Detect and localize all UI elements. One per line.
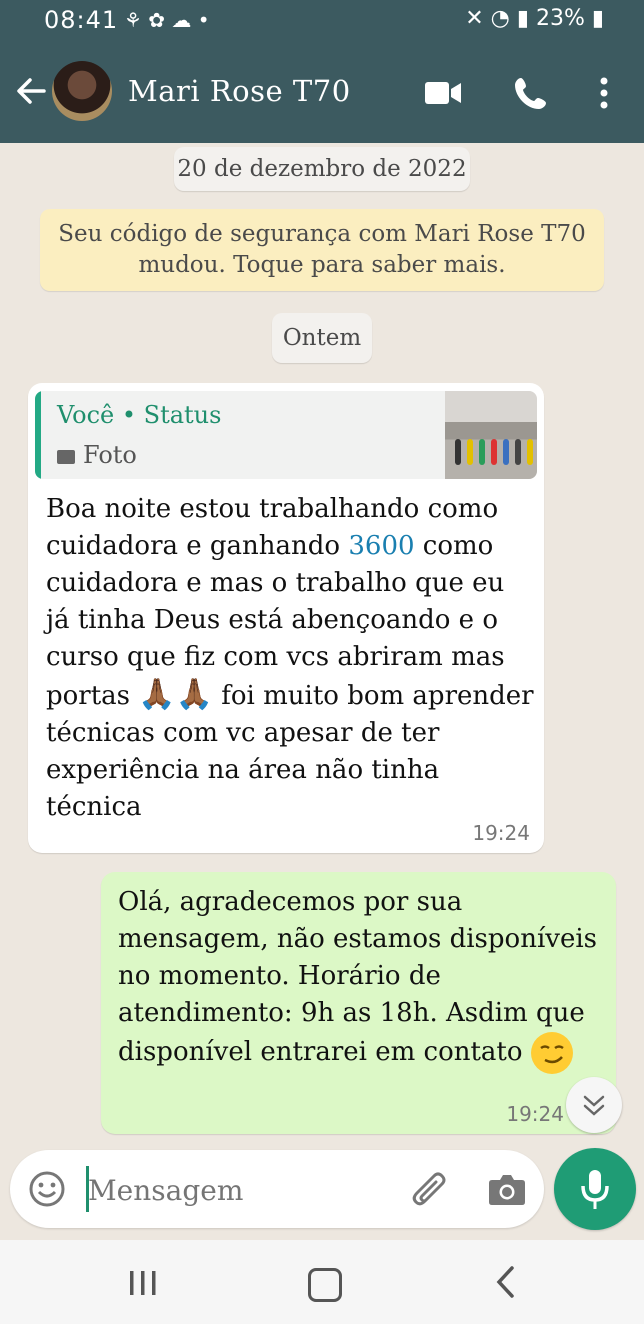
mute-icon: ✕: [465, 6, 484, 31]
phone-number-link[interactable]: 3600: [348, 531, 414, 561]
notification-icons: ⚘ ✿ ☁ •: [124, 8, 210, 32]
outgoing-message[interactable]: Olá, agradecemos por sua mensagem, não e…: [101, 872, 616, 1134]
quote-author: Você • Status: [57, 401, 222, 429]
camera-icon[interactable]: [488, 1172, 526, 1206]
battery-icon: ▮: [591, 6, 604, 31]
security-code-notice[interactable]: Seu código de segurança com Mari Rose T7…: [40, 209, 604, 291]
voice-message-button[interactable]: [554, 1148, 636, 1230]
incoming-message-time: 19:24: [472, 821, 530, 845]
more-options-icon[interactable]: [596, 76, 612, 110]
battery-level: 23%: [535, 6, 585, 31]
paperclip-icon[interactable]: [410, 1172, 450, 1210]
status-thumbnail: [445, 391, 537, 479]
incoming-message[interactable]: Você • Status Foto Boa noite estou traba…: [28, 383, 544, 853]
praying-hands-emoji: 🙏🏾🙏🏾: [138, 677, 214, 712]
status-bar: 08:41 ⚘ ✿ ☁ • ✕ ◔ ▮ 23% ▮: [0, 0, 644, 44]
security-notice-line-2: mudou. Toque para saber mais.: [138, 252, 506, 278]
home-icon[interactable]: [308, 1268, 342, 1302]
microphone-icon: [581, 1170, 609, 1209]
quote-accent-bar: [35, 391, 41, 479]
contact-name[interactable]: Mari Rose T70: [128, 74, 351, 108]
status-time: 08:41: [44, 6, 119, 34]
message-composer[interactable]: [10, 1150, 544, 1228]
outgoing-text: Olá, agradecemos por sua mensagem, não e…: [118, 887, 597, 1067]
photo-icon: [57, 449, 75, 464]
yesterday-chip: Ontem: [272, 313, 372, 363]
chat-area[interactable]: 20 de dezembro de 2022 Seu código de seg…: [0, 143, 644, 1243]
incoming-message-text: Boa noite estou trabalhando como cuidado…: [46, 491, 536, 826]
contact-avatar[interactable]: [52, 61, 112, 121]
nav-back-icon[interactable]: [494, 1266, 516, 1298]
system-icons: ✕ ◔ ▮ 23% ▮: [465, 6, 604, 31]
wifi-icon: ◔: [490, 6, 510, 31]
outgoing-message-text: Olá, agradecemos por sua mensagem, não e…: [118, 884, 604, 1074]
smirk-emoji: [530, 1032, 573, 1074]
voice-call-icon[interactable]: [514, 76, 548, 110]
back-arrow-icon[interactable]: [14, 74, 48, 108]
android-navigation-bar: [0, 1240, 644, 1324]
outgoing-message-time: 19:24: [506, 1102, 564, 1126]
quoted-status[interactable]: Você • Status Foto: [35, 391, 537, 479]
quote-type-label: Foto: [83, 441, 137, 469]
security-notice-line-1: Seu código de segurança com Mari Rose T7…: [58, 221, 586, 247]
double-chevron-down-icon: [583, 1095, 605, 1116]
quote-type: Foto: [57, 441, 137, 469]
scroll-to-bottom-button[interactable]: [566, 1077, 622, 1133]
chat-header: Mari Rose T70: [0, 44, 644, 143]
video-call-icon[interactable]: [424, 80, 462, 106]
recent-apps-icon[interactable]: [128, 1270, 158, 1296]
emoji-icon[interactable]: [28, 1170, 66, 1208]
signal-icon: ▮: [516, 6, 529, 31]
message-input[interactable]: [86, 1164, 390, 1216]
date-chip: 20 de dezembro de 2022: [174, 147, 470, 191]
